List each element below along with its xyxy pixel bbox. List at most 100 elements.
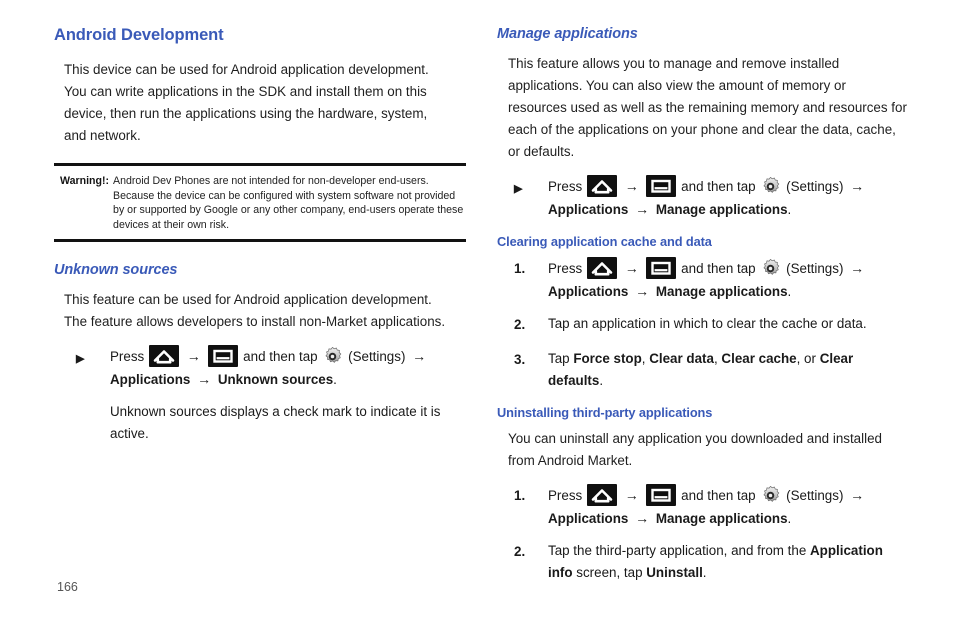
step-number: 1. [514,488,526,503]
manual-page: Android Development This device can be u… [0,0,954,636]
warning-body: Warning!: Android Dev Phones are not int… [54,166,466,236]
path-applications: Applications [548,284,629,299]
left-column: Android Development This device can be u… [54,26,466,455]
settings-label: (Settings) [786,488,844,503]
arrow-icon: → [624,487,639,503]
settings-gear-icon [760,176,781,197]
menu-icon [646,484,677,506]
warning-label: Warning!: [60,175,110,187]
tap-label: Tap the third-party application, and fro… [548,543,811,558]
step-uninstalling-2: 2. Tap the third-party application, and … [514,540,909,584]
press-label: Press [548,488,583,503]
arrow-icon: → [186,348,201,364]
settings-gear-icon [322,346,343,367]
period: . [787,284,792,299]
tap-label: Tap [548,351,574,366]
step-clearing-3: 3. Tap Force stop, Clear data, Clear cac… [514,348,909,392]
press-label: Press [548,179,583,194]
page-number: 166 [57,580,78,594]
arrow-icon: → [635,283,650,299]
arrow-icon: → [635,510,650,526]
step-clearing-2: 2. Tap an application in which to clear … [514,313,909,336]
and-then-tap-label: and then tap [243,349,318,364]
triangle-bullet-icon: ▶ [76,353,85,365]
step-number: 1. [514,261,526,276]
heading-manage-applications: Manage applications [497,26,638,42]
arrow-icon: → [850,178,865,194]
step-manage-applications: ▶ Press → and then tap (Settings) → Appl… [514,175,909,221]
period: . [787,202,792,217]
heading-uninstalling: Uninstalling third-party applications [497,405,713,420]
press-label: Press [110,349,145,364]
path-manage-applications: Manage applications [655,284,788,299]
settings-label: (Settings) [786,179,844,194]
step-number: 2. [514,544,526,559]
path-manage-applications: Manage applications [655,202,788,217]
home-icon [148,345,179,367]
press-label: Press [548,261,583,276]
step-body: Tap Force stop, Clear data, Clear cache,… [548,348,909,392]
arrow-icon: → [197,371,212,387]
period: . [599,373,604,388]
heading-unknown-sources: Unknown sources [54,262,178,278]
triangle-bullet-icon: ▶ [514,183,523,195]
unknown-sources-paragraph: This feature can be used for Android app… [64,292,446,329]
menu-icon [208,345,239,367]
screen-tap-label: screen, tap [572,565,647,580]
path-unknown-sources: Unknown sources [217,372,334,387]
warning-box: Warning!: Android Dev Phones are not int… [54,163,466,242]
warning-rule-bottom [54,239,466,242]
menu-icon [646,257,677,279]
option-force-stop: Force stop [573,351,642,366]
path-applications: Applications [548,511,629,526]
manage-applications-paragraph: This feature allows you to manage and re… [508,56,907,159]
step-body: Press → and then tap (Settings) → Applic… [110,345,462,391]
separator: , or [796,351,820,366]
settings-label: (Settings) [786,261,844,276]
step-uninstalling-1: 1. Press → and then tap (Settings) → App… [514,484,909,530]
step-clearing-1: 1. Press → and then tap (Settings) → App… [514,257,909,303]
intro-paragraph: This device can be used for Android appl… [64,62,429,143]
home-icon [586,175,617,197]
period: . [333,372,337,387]
step-body: Press → and then tap (Settings) → Applic… [548,257,909,303]
note-text: Unknown sources displays a check mark to… [110,404,441,441]
period: . [787,511,792,526]
uninstall-label: Uninstall [646,565,703,580]
page-title: Android Development [54,26,224,44]
path-applications: Applications [548,202,629,217]
option-clear-cache: Clear cache [721,351,797,366]
heading-clearing-cache: Clearing application cache and data [497,234,712,249]
and-then-tap-label: and then tap [681,488,756,503]
menu-icon [646,175,677,197]
and-then-tap-label: and then tap [681,261,756,276]
uninstalling-paragraph: You can uninstall any application you do… [508,431,882,468]
step-body: Press → and then tap (Settings) → Applic… [548,484,909,530]
step-body: Press → and then tap (Settings) → Applic… [548,175,909,221]
home-icon [586,484,617,506]
settings-gear-icon [760,485,781,506]
unknown-sources-note: Unknown sources displays a check mark to… [76,401,466,445]
home-icon [586,257,617,279]
step-number: 2. [514,317,526,332]
path-manage-applications: Manage applications [655,511,788,526]
arrow-icon: → [624,178,639,194]
note-indent [76,401,110,445]
path-applications: Applications [110,372,191,387]
step-unknown-sources: ▶ Press → and then tap (Settings) → Appl… [76,345,466,391]
arrow-icon: → [850,260,865,276]
settings-label: (Settings) [348,349,406,364]
warning-text: Android Dev Phones are not intended for … [113,175,464,231]
step-number: 3. [514,352,526,367]
arrow-icon: → [624,260,639,276]
period: . [702,565,707,580]
step-body: Tap the third-party application, and fro… [548,540,909,584]
arrow-icon: → [412,348,427,364]
right-column: Manage applications This feature allows … [497,26,909,594]
settings-gear-icon [760,258,781,279]
option-clear-data: Clear data [649,351,714,366]
and-then-tap-label: and then tap [681,179,756,194]
arrow-icon: → [635,201,650,217]
step-body: Tap an application in which to clear the… [548,316,867,331]
arrow-icon: → [850,487,865,503]
